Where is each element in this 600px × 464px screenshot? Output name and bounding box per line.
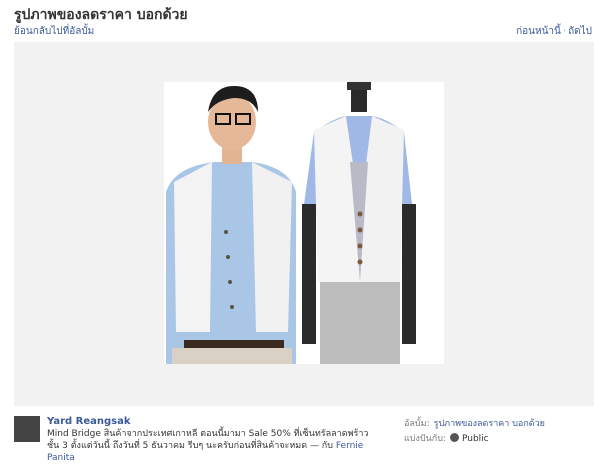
page-title: รูปภาพของลดราคา บอกด้วย [14, 7, 188, 23]
album-link[interactable]: รูปภาพของลดราคา บอกด้วย [434, 419, 545, 429]
back-to-album-link[interactable]: ย้อนกลับไปที่อัลบั้ม [14, 24, 94, 39]
globe-icon [449, 433, 459, 442]
photo-pager: ก่อนหน้านี้ · ถัดไป [516, 26, 592, 37]
album-info: อัลบั้ม: รูปภาพของลดราคา บอกด้วย [404, 416, 545, 430]
avatar[interactable] [14, 416, 40, 442]
author-name[interactable]: Yard Reangsak [47, 416, 131, 427]
photo-stage[interactable] [14, 42, 594, 406]
photo-caption: Mind Bridge สินค้าจากประเทศเกาหลี ตอนนี้… [47, 428, 377, 464]
privacy-value[interactable]: Public [462, 434, 489, 444]
previous-link[interactable]: ก่อนหน้านี้ [516, 26, 561, 37]
next-link[interactable]: ถัดไป [568, 26, 592, 37]
photo[interactable] [164, 82, 444, 364]
album-label: อัลบั้ม: [404, 419, 430, 429]
caption-text: Mind Bridge สินค้าจากประเทศเกาหลี ตอนนี้… [47, 429, 369, 451]
shared-label: แบ่งปันกับ: [404, 434, 446, 444]
privacy-info: แบ่งปันกับ: Public [404, 431, 489, 445]
